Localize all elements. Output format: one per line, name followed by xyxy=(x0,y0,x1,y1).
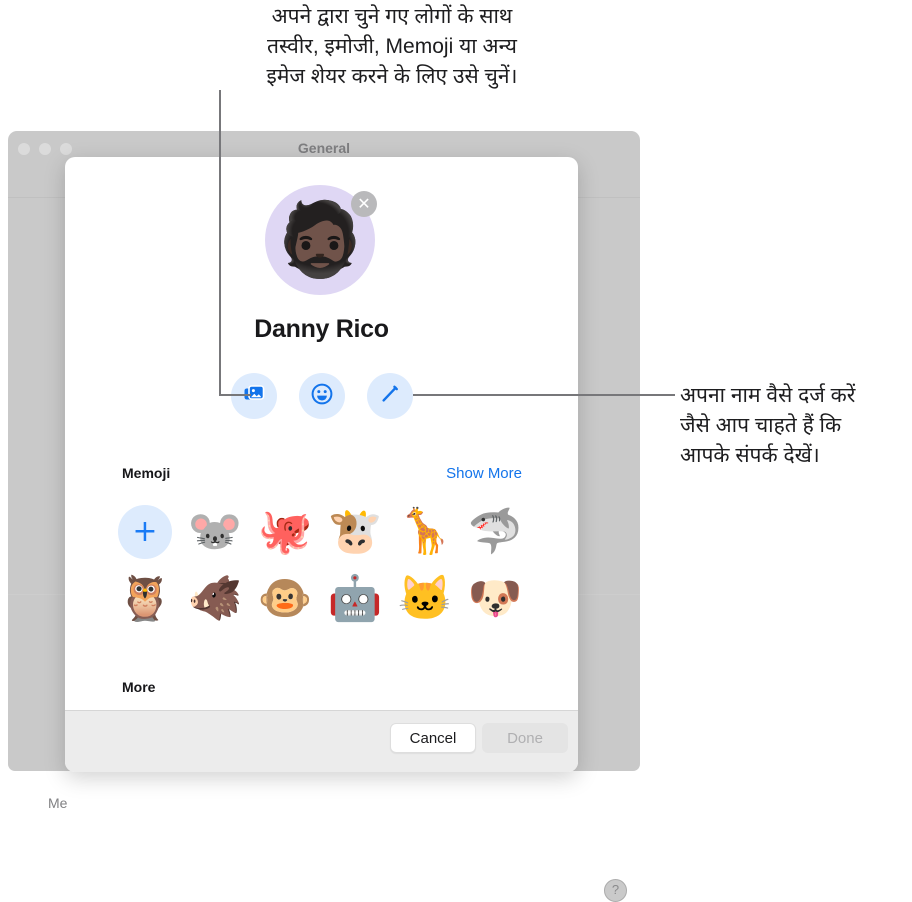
photos-button[interactable] xyxy=(230,373,277,419)
pencil-icon xyxy=(378,382,402,411)
show-more-link[interactable]: Show More xyxy=(446,465,522,482)
avatar-action-row xyxy=(65,373,578,419)
callout-leader-line-top xyxy=(219,90,221,396)
footer-button-group: Cancel Done xyxy=(390,723,568,753)
memoji-giraffe[interactable]: 🦒 xyxy=(398,505,453,559)
memoji-row: 🦉 🐗 🐵 🤖 🐱 🐶 xyxy=(118,572,538,626)
sheet-footer: Cancel Done xyxy=(65,710,578,772)
display-name: Danny Rico xyxy=(254,315,389,343)
edit-name-button[interactable] xyxy=(366,373,413,419)
add-memoji-button[interactable]: + xyxy=(118,505,172,559)
background-partial-label: Me xyxy=(48,795,68,811)
memoji-shark[interactable]: 🦈 xyxy=(468,505,523,559)
emoji-button[interactable] xyxy=(298,373,345,419)
callout-leader-line-right xyxy=(413,394,675,396)
emoji-icon xyxy=(310,382,334,411)
photos-icon xyxy=(242,382,266,411)
help-button[interactable]: ? xyxy=(604,879,627,902)
memoji-boar[interactable]: 🐗 xyxy=(188,572,243,626)
memoji-monkey[interactable]: 🐵 xyxy=(258,572,313,626)
memoji-owl[interactable]: 🦉 xyxy=(118,572,173,626)
memoji-robot[interactable]: 🤖 xyxy=(328,572,383,626)
window-title: General xyxy=(297,140,351,156)
done-button[interactable]: Done xyxy=(482,723,568,753)
memoji-avatar-art: 🧔🏿 xyxy=(275,200,365,280)
profile-picture-sheet: 🧔🏿 ✕ Danny Rico Memoji Show More + 🐭 🐙 🐮… xyxy=(65,157,578,772)
callout-text-top: अपने द्वारा चुने गए लोगों के साथ तस्वीर,… xyxy=(266,5,518,88)
memoji-section-title: Memoji xyxy=(122,465,171,481)
memoji-octopus[interactable]: 🐙 xyxy=(258,505,313,559)
memoji-mouse[interactable]: 🐭 xyxy=(188,505,243,559)
memoji-row: + 🐭 🐙 🐮 🦒 🦈 xyxy=(118,505,538,559)
callout-leader-elbow-top xyxy=(219,394,251,396)
cancel-button[interactable]: Cancel xyxy=(390,723,476,753)
memoji-section-header: Memoji Show More xyxy=(122,465,522,482)
avatar-container: 🧔🏿 ✕ xyxy=(265,185,377,295)
callout-text-right: अपना नाम वैसे दर्ज करें जैसे आप चाहते है… xyxy=(680,384,856,467)
memoji-cat[interactable]: 🐱 xyxy=(398,572,453,626)
memoji-dog[interactable]: 🐶 xyxy=(468,572,523,626)
more-section-title: More xyxy=(122,679,156,695)
remove-avatar-icon[interactable]: ✕ xyxy=(351,191,377,217)
memoji-cow[interactable]: 🐮 xyxy=(328,505,383,559)
